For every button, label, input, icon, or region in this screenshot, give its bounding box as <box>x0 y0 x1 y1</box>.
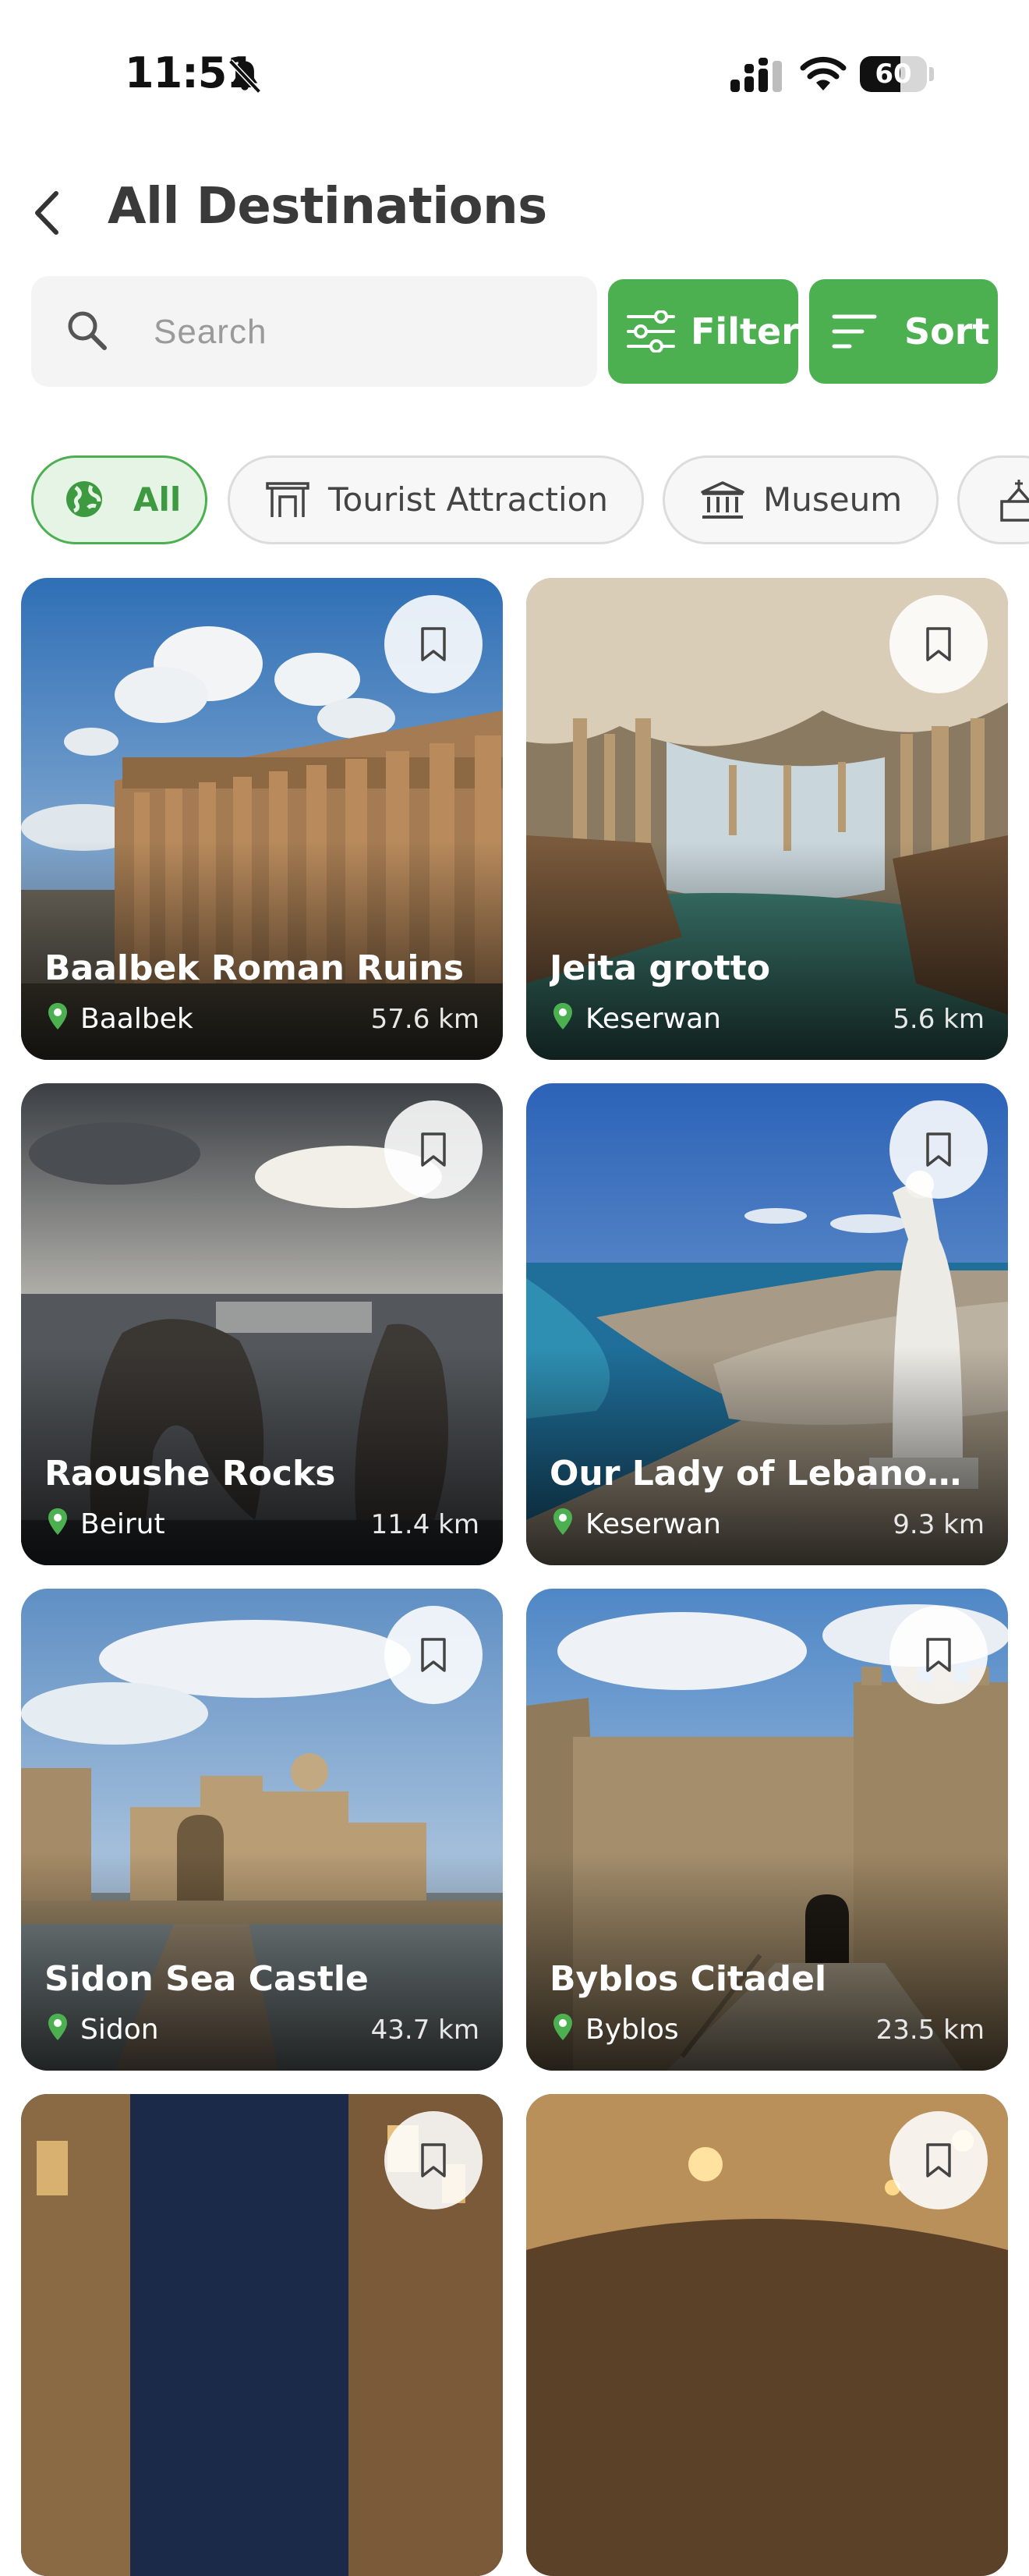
category-chip-tourist-attraction[interactable]: Tourist Attraction <box>228 455 644 544</box>
destination-card[interactable]: Raoushe Rocks Beirut 11.4 km <box>21 1083 503 1565</box>
destination-card[interactable]: Our Lady of Lebanon - ... Keserwan 9.3 k… <box>526 1083 1008 1565</box>
destination-card[interactable]: Baalbek Roman Ruins Baalbek 57.6 km <box>21 578 503 1060</box>
page-title: All Destinations <box>108 178 547 236</box>
destination-location: Keserwan <box>585 1003 721 1035</box>
location-pin-icon <box>553 1508 572 1535</box>
destination-name: Baalbek Roman Ruins <box>44 948 465 988</box>
bookmark-button[interactable] <box>384 1100 483 1199</box>
bookmark-icon <box>421 2143 446 2177</box>
destination-card[interactable] <box>21 2094 503 2576</box>
church-icon <box>1000 480 1029 522</box>
sort-button-label: Sort <box>904 310 990 353</box>
globe-icon <box>66 481 102 517</box>
destination-distance: 5.6 km <box>893 1004 985 1035</box>
destination-location: Sidon <box>80 2014 159 2046</box>
gate-icon <box>266 482 309 517</box>
status-bar: 11:51 60 <box>0 0 1029 148</box>
destination-name: Byblos Citadel <box>550 1959 827 1999</box>
category-chip-all[interactable]: All <box>31 455 207 544</box>
filter-button-label: Filter <box>691 310 799 353</box>
bookmark-button[interactable] <box>384 2111 483 2209</box>
bell-muted-icon <box>228 59 261 94</box>
bookmark-icon <box>421 627 446 661</box>
location-pin-icon <box>553 1003 572 1029</box>
bookmark-icon <box>926 627 951 661</box>
location-pin-icon <box>553 2014 572 2040</box>
destination-name: Sidon Sea Castle <box>44 1959 369 1999</box>
category-label: Tourist Attraction <box>328 480 608 519</box>
destination-distance: 11.4 km <box>370 1509 479 1540</box>
sort-button[interactable]: Sort <box>809 279 998 384</box>
destination-location: Byblos <box>585 2014 679 2046</box>
category-chip-museum[interactable]: Museum <box>663 455 939 544</box>
battery-level: 60 <box>875 58 912 90</box>
bookmark-button[interactable] <box>889 1606 988 1704</box>
filter-button[interactable]: Filter <box>608 279 799 384</box>
wifi-icon <box>800 56 847 90</box>
bookmark-button[interactable] <box>889 595 988 693</box>
destination-name: Raoushe Rocks <box>44 1454 336 1494</box>
search-icon <box>68 311 107 350</box>
museum-icon <box>701 481 744 519</box>
bookmark-button[interactable] <box>889 1100 988 1199</box>
destination-card[interactable]: Jeita grotto Keserwan 5.6 km <box>526 578 1008 1060</box>
destination-card[interactable]: Sidon Sea Castle Sidon 43.7 km <box>21 1589 503 2071</box>
bookmark-icon <box>421 1638 446 1672</box>
battery-indicator: 60 <box>860 56 935 94</box>
destination-card[interactable]: Byblos Citadel Byblos 23.5 km <box>526 1589 1008 2071</box>
bookmark-icon <box>926 1638 951 1672</box>
back-arrow-icon[interactable] <box>28 186 67 240</box>
bookmark-button[interactable] <box>889 2111 988 2209</box>
destination-name: Jeita grotto <box>550 948 771 988</box>
search-input[interactable] <box>152 276 576 388</box>
destination-distance: 23.5 km <box>875 2014 985 2046</box>
bookmark-button[interactable] <box>384 1606 483 1704</box>
location-pin-icon <box>48 1508 67 1535</box>
category-label: All <box>133 480 182 519</box>
bookmark-button[interactable] <box>384 595 483 693</box>
location-pin-icon <box>48 1003 67 1029</box>
destination-distance: 43.7 km <box>370 2014 479 2046</box>
destination-distance: 57.6 km <box>370 1004 479 1035</box>
bookmark-icon <box>926 2143 951 2177</box>
category-label: Museum <box>763 480 903 519</box>
destination-location: Keserwan <box>585 1508 721 1540</box>
location-pin-icon <box>48 2014 67 2040</box>
destination-location: Beirut <box>80 1508 165 1540</box>
sliders-icon <box>627 310 675 353</box>
category-chip-church[interactable] <box>957 455 1029 544</box>
destination-location: Baalbek <box>80 1003 193 1035</box>
bookmark-icon <box>926 1132 951 1167</box>
destination-distance: 9.3 km <box>893 1509 985 1540</box>
search-bar[interactable] <box>31 276 597 388</box>
sort-lines-icon <box>832 314 877 349</box>
destination-name: Our Lady of Lebanon - ... <box>550 1454 985 1494</box>
destination-card[interactable] <box>526 2094 1008 2576</box>
cellular-signal-icon <box>730 58 782 92</box>
bookmark-icon <box>421 1132 446 1167</box>
